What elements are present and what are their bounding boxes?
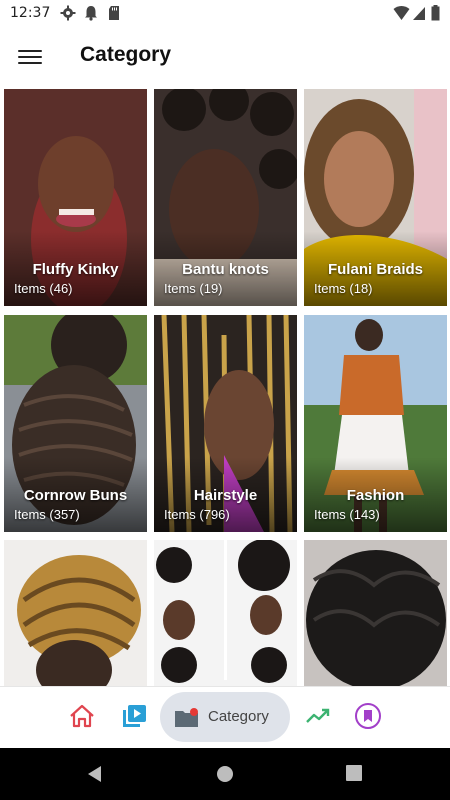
category-count: Items (796) [164, 507, 230, 522]
category-count: Items (143) [314, 507, 380, 522]
status-bar: 12:37 [0, 0, 450, 28]
category-tile[interactable] [4, 540, 147, 686]
app-bar: Category [0, 28, 450, 88]
category-name: Hairstyle [193, 487, 258, 504]
nav-category-active[interactable]: Category [160, 692, 290, 742]
category-count: Items (18) [314, 281, 373, 296]
category-tile[interactable]: Fulani Braids Items (18) [304, 89, 447, 306]
bell-icon [85, 6, 97, 21]
category-name: Fashion [346, 487, 405, 504]
category-count: Items (46) [14, 281, 73, 296]
category-name: Bantu knots [182, 261, 269, 278]
bookmark-icon[interactable] [354, 702, 382, 730]
status-time: 12:37 [10, 5, 51, 21]
folder-icon [175, 708, 198, 727]
category-name: Fluffy Kinky [32, 261, 119, 278]
category-photo [154, 540, 297, 686]
category-count: Items (19) [164, 281, 223, 296]
category-grid: Fluffy Kinky Items (46) Bantu knots Item… [0, 88, 450, 686]
recents-icon[interactable] [346, 765, 362, 781]
category-tile[interactable]: Bantu knots Items (19) [154, 89, 297, 306]
nav-category-label: Category [208, 708, 269, 725]
hamburger-menu-icon[interactable] [18, 46, 42, 68]
bottom-navigation: Category [0, 686, 450, 749]
category-photo [304, 540, 447, 686]
category-name: Cornrow Buns [23, 487, 128, 504]
category-tile[interactable]: Fashion Items (143) [304, 315, 447, 532]
video-library-icon[interactable] [120, 702, 148, 730]
category-name: Fulani Braids [327, 261, 424, 278]
category-photo [4, 540, 147, 686]
signal-icon [413, 7, 425, 20]
category-count: Items (357) [14, 507, 80, 522]
category-tile[interactable]: Cornrow Buns Items (357) [4, 315, 147, 532]
page-title: Category [80, 43, 172, 66]
wifi-icon [393, 6, 410, 20]
battery-icon [431, 5, 440, 21]
sd-card-icon [109, 6, 119, 20]
gear-icon [60, 5, 76, 21]
system-navigation-bar [0, 748, 450, 800]
back-icon[interactable] [86, 765, 104, 783]
category-tile[interactable] [304, 540, 447, 686]
trending-up-icon[interactable] [304, 702, 332, 730]
category-tile[interactable]: Hairstyle Items (796) [154, 315, 297, 532]
home-circle-icon[interactable] [216, 765, 234, 783]
category-tile[interactable] [154, 540, 297, 686]
category-tile[interactable]: Fluffy Kinky Items (46) [4, 89, 147, 306]
home-icon[interactable] [68, 702, 96, 730]
